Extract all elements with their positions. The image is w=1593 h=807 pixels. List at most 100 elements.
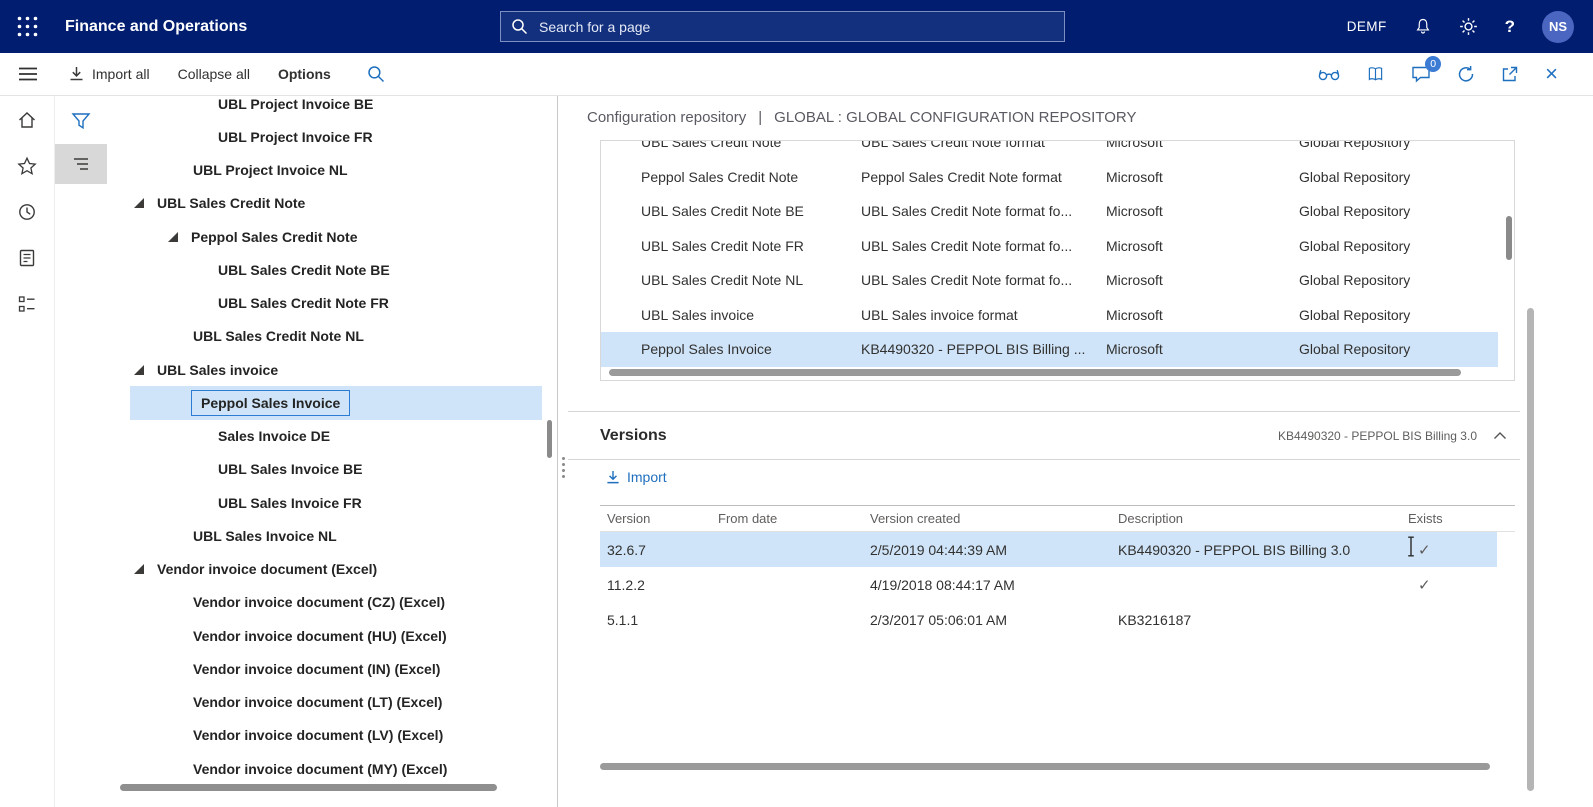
tree-item[interactable]: UBL Sales Invoice NL (55, 519, 557, 552)
expand-caret-icon[interactable] (134, 564, 144, 575)
recent-clock-icon[interactable] (17, 202, 37, 222)
message-count-badge: 0 (1425, 56, 1442, 72)
tree-item[interactable]: Vendor invoice document (IN) (Excel) (55, 652, 557, 685)
column-header[interactable]: Description (1118, 511, 1408, 526)
column-header[interactable]: From date (718, 511, 870, 526)
home-icon[interactable] (17, 110, 37, 130)
workspaces-hierarchy-icon[interactable] (17, 294, 37, 314)
page-search-input[interactable] (537, 17, 1054, 36)
page-title: Configuration repository (587, 109, 747, 126)
tree-item[interactable]: UBL Project Invoice BE (55, 96, 557, 120)
nav-hamburger-icon[interactable] (0, 53, 55, 96)
import-label: Import (627, 469, 667, 485)
tree-item[interactable]: UBL Sales Credit Note BE (55, 253, 557, 286)
column-header[interactable]: Version created (870, 511, 1118, 526)
preview-glasses-icon[interactable] (1318, 67, 1340, 82)
tree-view-toggle-button[interactable] (55, 144, 107, 184)
settings-gear-icon[interactable] (1459, 17, 1478, 36)
tree-item[interactable]: UBL Project Invoice NL (55, 154, 557, 187)
tree-item[interactable]: Vendor invoice document (LT) (Excel) (55, 686, 557, 719)
page-context: GLOBAL : GLOBAL CONFIGURATION REPOSITORY (774, 109, 1137, 126)
import-all-button[interactable]: Import all (69, 66, 150, 82)
versions-section-header: Versions KB4490320 - PEPPOL BIS Billing … (568, 411, 1520, 460)
repo-grid-horizontal-scrollbar[interactable] (609, 369, 1461, 376)
repo-grid-row[interactable]: UBL Sales Credit Note BE UBL Sales Credit… (601, 194, 1498, 229)
expand-caret-icon[interactable] (134, 198, 144, 209)
open-in-new-window-icon[interactable] (1501, 65, 1519, 83)
tree-item[interactable]: UBL Sales Credit Note FR (55, 287, 557, 320)
left-nav-rail (0, 96, 55, 807)
repository-configurations-grid: UBL Sales Credit Note UBL Sales Credit No… (600, 140, 1515, 381)
company-picker[interactable]: DEMF (1347, 19, 1387, 34)
repo-grid-row[interactable]: UBL Sales Credit Note FR UBL Sales Credit… (601, 229, 1498, 264)
tree-item[interactable]: Sales Invoice DE (55, 420, 557, 453)
versions-subtitle: KB4490320 - PEPPOL BIS Billing 3.0 (1277, 428, 1477, 443)
exists-check-icon: ✓ (1418, 576, 1431, 594)
app-title: Finance and Operations (65, 17, 248, 35)
breadcrumb-separator: | (758, 109, 763, 126)
tree-item[interactable]: UBL Sales Invoice BE (55, 453, 557, 486)
repo-grid-row[interactable]: UBL Sales invoice UBL Sales invoice forma… (601, 298, 1498, 333)
repo-grid-row[interactable]: Peppol Sales Credit Note Peppol Sales Cre… (601, 160, 1498, 195)
filter-funnel-icon (71, 112, 91, 130)
tree-item[interactable]: Vendor invoice document (CZ) (Excel) (55, 586, 557, 619)
column-header[interactable]: Exists (1408, 511, 1515, 526)
tree-filter-button[interactable] (55, 102, 107, 140)
user-avatar[interactable]: NS (1542, 10, 1574, 43)
tree-item[interactable]: UBL Project Invoice FR (55, 120, 557, 153)
version-row[interactable]: 5.1.1 2/3/2017 05:06:01 AM KB3216187 (600, 602, 1497, 637)
version-row-selected[interactable]: 32.6.7 2/5/2019 04:44:39 AM KB4490320 - … (600, 532, 1497, 567)
app-launcher-waffle-icon[interactable] (0, 0, 55, 53)
refresh-icon[interactable] (1457, 65, 1475, 83)
main-content: Configuration repository | GLOBAL : GLOBAL… (558, 96, 1593, 807)
notifications-bell-icon[interactable] (1414, 17, 1432, 36)
tree-item[interactable]: UBL Sales invoice (55, 353, 557, 386)
tree-item[interactable]: UBL Sales Credit Note NL (55, 320, 557, 353)
page-header-breadcrumb: Configuration repository | GLOBAL : GLOBAL… (587, 109, 1136, 126)
version-row[interactable]: 11.2.2 4/19/2018 08:44:17 AM ✓ (600, 567, 1497, 602)
tree-vertical-scrollbar[interactable] (547, 420, 552, 458)
exists-check-icon: ✓ (1418, 541, 1431, 559)
tree-item-selected[interactable]: Peppol Sales Invoice (55, 386, 557, 420)
expand-caret-icon[interactable] (134, 364, 144, 375)
repo-grid-vertical-scrollbar[interactable] (1506, 216, 1512, 260)
tree-item[interactable]: Vendor invoice document (HU) (Excel) (55, 619, 557, 652)
tree-item[interactable]: Peppol Sales Credit Note (55, 220, 557, 253)
tree-item[interactable]: Vendor invoice document (LV) (Excel) (55, 719, 557, 752)
action-toolbar: Import all Collapse all Options 0 × (0, 53, 1593, 96)
close-icon[interactable]: × (1545, 63, 1558, 85)
toolbar-right-cluster: 0 × (1318, 56, 1593, 85)
versions-horizontal-scrollbar[interactable] (600, 763, 1490, 770)
tree-item[interactable]: UBL Sales Invoice FR (55, 486, 557, 519)
toolbar-search-icon[interactable] (367, 65, 385, 83)
tree-item[interactable]: Vendor invoice document (Excel) (55, 553, 557, 586)
top-app-bar: Finance and Operations DEMF ? NS (0, 0, 1593, 53)
tree-item[interactable]: Vendor invoice document (MY) (Excel) (55, 752, 557, 785)
guide-book-icon[interactable] (1366, 65, 1385, 83)
collapse-chevron-up-icon[interactable] (1493, 431, 1507, 440)
tree-horizontal-scrollbar[interactable] (120, 784, 497, 791)
tree-item[interactable]: UBL Sales Credit Note (55, 187, 557, 220)
download-icon (69, 66, 84, 82)
favorites-star-icon[interactable] (17, 156, 37, 176)
help-icon[interactable]: ? (1505, 17, 1515, 37)
versions-import-button[interactable]: Import (606, 469, 667, 485)
column-header[interactable]: Version (600, 511, 718, 526)
repo-grid-row[interactable]: UBL Sales Credit Note NL UBL Sales Credit… (601, 263, 1498, 298)
forms-document-icon[interactable] (17, 248, 37, 268)
page-vertical-scrollbar[interactable] (1527, 308, 1534, 791)
import-all-label: Import all (92, 66, 150, 82)
configuration-tree: UBL Project Invoice BE UBL Project Invoi… (55, 96, 557, 785)
page-search-box[interactable] (500, 11, 1065, 42)
repo-grid-row[interactable]: UBL Sales Credit Note UBL Sales Credit No… (601, 141, 1498, 160)
options-menu[interactable]: Options (278, 66, 331, 82)
collapse-all-button[interactable]: Collapse all (178, 66, 250, 82)
expand-caret-icon[interactable] (168, 397, 178, 408)
repo-grid-row-selected[interactable]: Peppol Sales Invoice KB4490320 - PEPPOL B… (601, 332, 1498, 367)
search-icon (511, 18, 528, 35)
topbar-right-cluster: DEMF ? NS (1347, 0, 1593, 53)
messages-bubble-icon[interactable]: 0 (1411, 56, 1442, 83)
expand-caret-icon[interactable] (168, 231, 178, 242)
panel-splitter[interactable] (560, 453, 566, 481)
versions-grid: Version From date Version created Descri… (600, 505, 1515, 637)
